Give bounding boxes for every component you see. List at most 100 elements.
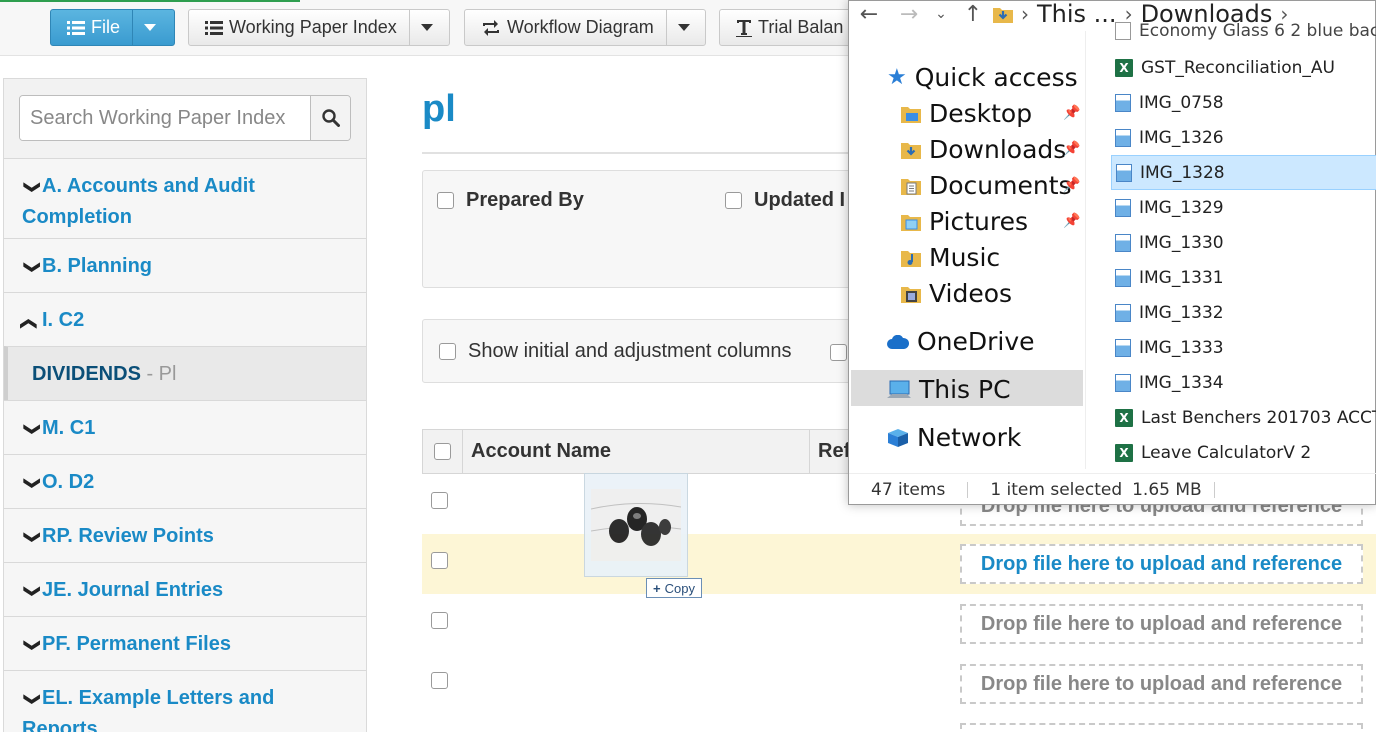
drop-zone-active[interactable]: Drop file here to upload and reference xyxy=(960,544,1363,584)
updated-checkbox[interactable] xyxy=(725,192,742,209)
show-initial-option[interactable]: Show initial and adjustment columns xyxy=(439,340,792,363)
row-checkbox[interactable] xyxy=(431,612,448,629)
trial-balance-button[interactable]: Trial Balan xyxy=(719,9,859,46)
table-header: Account Name Ref xyxy=(422,429,882,474)
nav-item-dividends[interactable]: DIVIDENDS - Pl xyxy=(4,346,366,400)
pin-icon[interactable]: 📌 xyxy=(1063,105,1080,121)
row-checkbox[interactable] xyxy=(431,672,448,689)
chevron-down-icon: ❯ xyxy=(23,476,41,490)
breadcrumb-this-pc[interactable]: This ... xyxy=(1037,0,1117,28)
file-item[interactable]: Economy Glass 6 2 blue back xyxy=(1111,13,1376,48)
search-box xyxy=(19,95,351,141)
excel-file-icon: X xyxy=(1115,58,1133,77)
chevron-down-icon: ❯ xyxy=(23,692,41,706)
nav-videos[interactable]: Videos xyxy=(901,279,1012,308)
file-item[interactable]: X Leave CalculatorV 2 xyxy=(1111,435,1376,470)
drop-zone[interactable]: Drop file here to upload and reference xyxy=(960,604,1363,644)
nav-item-accounts-audit-completion[interactable]: ❯A. Accounts and Audit Completion xyxy=(4,158,366,238)
pane-divider[interactable] xyxy=(1085,31,1086,469)
file-name: Last Benchers 201703 ACCT 2 xyxy=(1141,407,1376,428)
nav-item-sublabel: - Pl xyxy=(146,363,177,385)
drag-copy-tooltip: + Copy xyxy=(646,578,702,598)
file-item-selected[interactable]: IMG_1328 xyxy=(1111,155,1376,190)
nav-item-label: M. C1 xyxy=(42,417,96,439)
drop-zone[interactable] xyxy=(960,723,1363,732)
workflow-diagram-dropdown-toggle[interactable] xyxy=(667,10,701,45)
nav-network[interactable]: Network xyxy=(887,423,1021,452)
recent-locations-icon[interactable]: ⌄ xyxy=(929,6,953,22)
forward-arrow-icon[interactable]: → xyxy=(889,2,929,27)
nav-item-permanent-files[interactable]: ❯PF. Permanent Files xyxy=(4,616,366,670)
file-button-group[interactable]: File xyxy=(50,9,175,46)
row-checkbox[interactable] xyxy=(431,492,448,509)
file-item[interactable]: X GST_Reconciliation_AU xyxy=(1111,50,1376,85)
nav-pictures[interactable]: Pictures xyxy=(901,207,1028,236)
file-item[interactable]: IMG_1334 xyxy=(1111,365,1376,400)
nav-onedrive[interactable]: OneDrive xyxy=(887,327,1035,356)
chevron-down-icon: ❯ xyxy=(23,180,41,194)
file-item[interactable]: IMG_1326 xyxy=(1111,120,1376,155)
nav-this-pc[interactable]: This PC xyxy=(887,375,1011,404)
status-bar: 47 items 1 item selected 1.65 MB xyxy=(849,473,1376,505)
nav-item-label: PF. Permanent Files xyxy=(42,633,231,655)
nav-item-c1[interactable]: ❯M. C1 xyxy=(4,400,366,454)
search-button[interactable] xyxy=(310,96,350,140)
select-all-checkbox[interactable] xyxy=(434,443,451,460)
workflow-diagram-button-group[interactable]: Workflow Diagram xyxy=(464,9,706,46)
file-item[interactable]: IMG_1331 xyxy=(1111,260,1376,295)
col-account-name[interactable]: Account Name xyxy=(463,430,810,473)
retweet-icon xyxy=(481,19,501,36)
image-file-icon xyxy=(1115,233,1131,252)
nav-item-review-points[interactable]: ❯RP. Review Points xyxy=(4,508,366,562)
nav-label: Pictures xyxy=(929,207,1028,236)
file-name: GST_Reconciliation_AU xyxy=(1141,57,1335,78)
nav-music[interactable]: Music xyxy=(901,243,1000,272)
file-dropdown-toggle[interactable] xyxy=(133,10,167,45)
pin-icon[interactable]: 📌 xyxy=(1063,141,1080,157)
drop-zone[interactable]: Drop file here to upload and reference xyxy=(960,664,1363,704)
nav-item-d2[interactable]: ❯O. D2 xyxy=(4,454,366,508)
prepared-by-filter[interactable]: Prepared By xyxy=(437,189,584,212)
nav-desktop[interactable]: Desktop xyxy=(901,99,1032,128)
prepared-by-label: Prepared By xyxy=(466,189,584,211)
working-paper-index-button-group[interactable]: Working Paper Index xyxy=(188,9,450,46)
workflow-diagram-button[interactable]: Workflow Diagram xyxy=(465,10,667,45)
nav-item-c2[interactable]: ❯ I. C2 xyxy=(4,292,366,346)
nav-documents[interactable]: Documents xyxy=(901,171,1072,200)
file-name: Economy Glass 6 2 blue back xyxy=(1139,20,1376,41)
navigation-pane: ★ Quick access Desktop 📌 Downloads 📌 Doc… xyxy=(849,57,1085,467)
back-arrow-icon[interactable]: ← xyxy=(849,2,889,27)
up-arrow-icon[interactable]: ↑ xyxy=(953,2,993,27)
nav-label: Documents xyxy=(929,171,1072,200)
file-button[interactable]: File xyxy=(51,10,134,45)
file-item[interactable]: IMG_1333 xyxy=(1111,330,1376,365)
row-checkbox[interactable] xyxy=(431,552,448,569)
second-option-checkbox[interactable] xyxy=(830,344,847,361)
show-initial-checkbox[interactable] xyxy=(439,343,456,360)
nav-item-example-letters[interactable]: ❯EL. Example Letters and Reports xyxy=(4,670,366,732)
nav-label: This PC xyxy=(919,375,1011,404)
nav-item-planning[interactable]: ❯B. Planning xyxy=(4,238,366,292)
working-paper-index-dropdown-toggle[interactable] xyxy=(410,10,444,45)
file-item[interactable]: IMG_0758 xyxy=(1111,85,1376,120)
pin-icon[interactable]: 📌 xyxy=(1063,177,1080,193)
file-name: IMG_1332 xyxy=(1139,302,1224,323)
nav-quick-access[interactable]: ★ Quick access xyxy=(887,63,1078,92)
image-file-icon xyxy=(1115,93,1131,112)
search-input[interactable] xyxy=(20,96,310,140)
page-title: pl xyxy=(422,88,456,130)
working-paper-index-button[interactable]: Working Paper Index xyxy=(189,10,410,45)
nav-downloads[interactable]: Downloads xyxy=(901,135,1066,164)
file-item[interactable]: IMG_1330 xyxy=(1111,225,1376,260)
working-paper-sidebar: ❯A. Accounts and Audit Completion ❯B. Pl… xyxy=(3,78,367,732)
nav-item-journal-entries[interactable]: ❯JE. Journal Entries xyxy=(4,562,366,616)
trial-balance-button-main[interactable]: Trial Balan xyxy=(720,10,855,45)
pin-icon[interactable]: 📌 xyxy=(1063,213,1080,229)
prepared-by-checkbox[interactable] xyxy=(437,192,454,209)
file-item[interactable]: IMG_1329 xyxy=(1111,190,1376,225)
item-count: 47 items xyxy=(871,479,946,500)
documents-folder-icon xyxy=(901,178,921,195)
updated-filter[interactable]: Updated I xyxy=(725,189,845,212)
file-item[interactable]: X Last Benchers 201703 ACCT 2 xyxy=(1111,400,1376,435)
file-item[interactable]: IMG_1332 xyxy=(1111,295,1376,330)
